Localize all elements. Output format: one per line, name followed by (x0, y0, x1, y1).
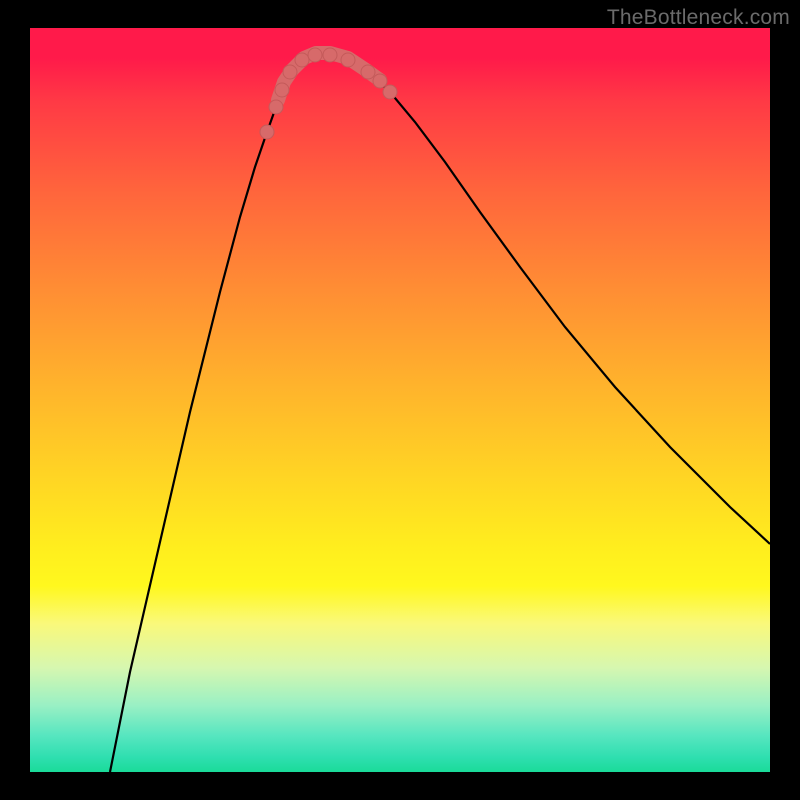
bottleneck-curve (30, 28, 770, 772)
watermark-text: TheBottleneck.com (607, 6, 790, 30)
valley-dot (283, 65, 297, 79)
valley-dot (383, 85, 397, 99)
valley-dot (361, 65, 375, 79)
valley-dot (341, 53, 355, 67)
valley-dot (308, 48, 322, 62)
valley-dot (275, 83, 289, 97)
valley-markers (260, 48, 397, 139)
valley-dot (295, 53, 309, 67)
valley-dot (269, 100, 283, 114)
valley-dot (373, 74, 387, 88)
valley-dot (260, 125, 274, 139)
valley-dot (323, 48, 337, 62)
curve-path (110, 55, 770, 772)
chart-area (30, 28, 770, 772)
